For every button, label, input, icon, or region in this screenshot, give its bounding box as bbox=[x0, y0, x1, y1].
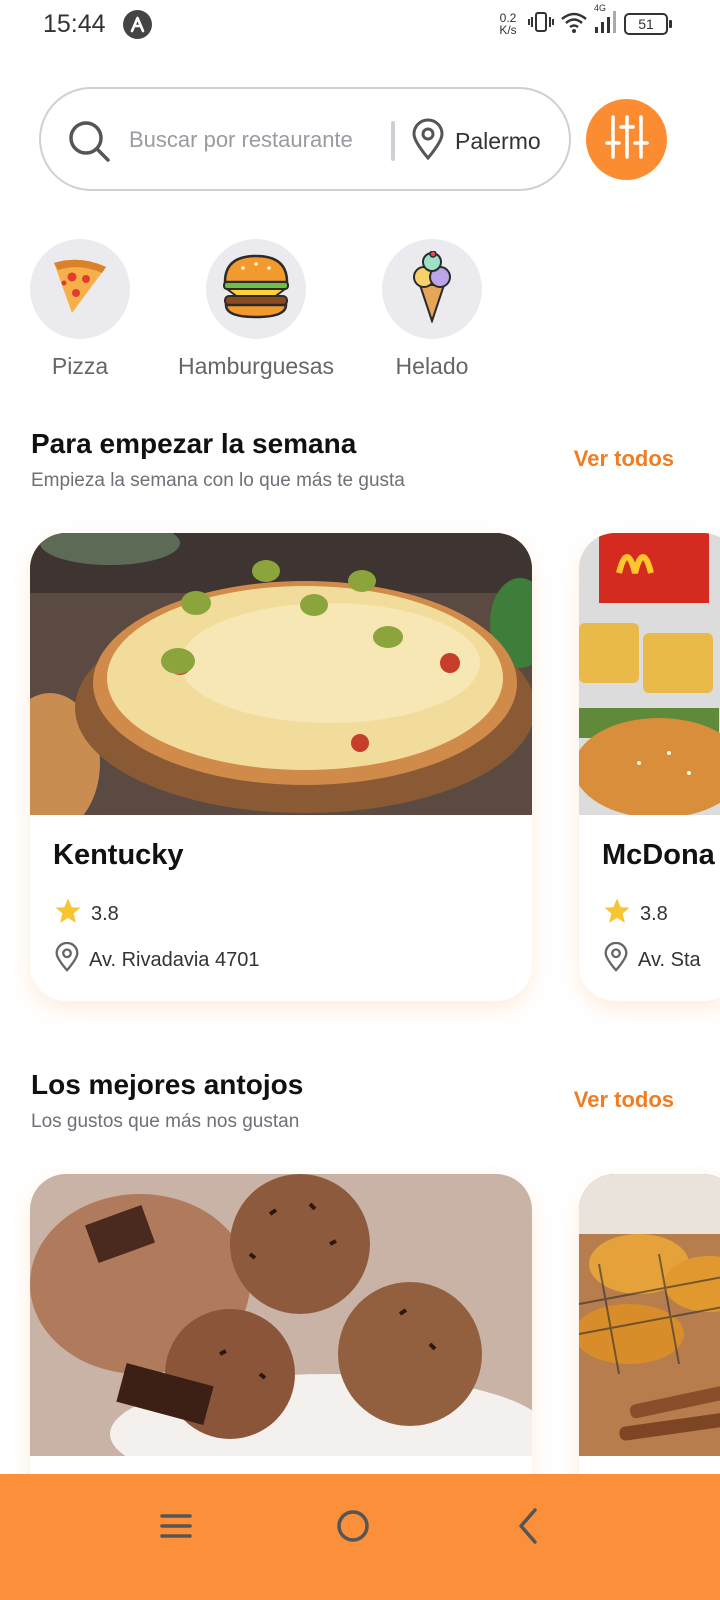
ice-cream-icon bbox=[410, 249, 454, 328]
location-label: Palermo bbox=[455, 127, 541, 154]
category-icon-wrapper bbox=[30, 239, 130, 339]
restaurant-rating: 3.8 bbox=[602, 896, 668, 932]
mcdonalds-photo bbox=[579, 533, 720, 818]
search-icon[interactable] bbox=[67, 119, 111, 163]
search-input[interactable] bbox=[129, 123, 381, 157]
restaurant-address: Av. Rivadavia 4701 bbox=[53, 941, 260, 978]
category-icon-wrapper bbox=[206, 239, 306, 339]
category-label: Helado bbox=[395, 353, 469, 379]
status-indicators: 0.2 K/s 4G 51 bbox=[494, 3, 672, 40]
system-nav-bar bbox=[0, 1474, 720, 1600]
vibrate-icon bbox=[528, 10, 554, 39]
category-icon-wrapper bbox=[382, 239, 482, 339]
star-icon bbox=[53, 896, 83, 932]
category-pizza[interactable]: Pizza bbox=[0, 239, 160, 380]
croissants-photo bbox=[579, 1174, 720, 1456]
section-title: Los mejores antojos bbox=[31, 1069, 304, 1100]
see-all-link[interactable]: Ver todos bbox=[574, 446, 674, 472]
network-speed: 0.2 K/s bbox=[499, 11, 517, 37]
location-pin-icon bbox=[411, 118, 445, 165]
section-subtitle: Los gustos que más nos gustan bbox=[31, 1111, 300, 1132]
pizza-photo bbox=[30, 533, 532, 833]
search-bar: Palermo bbox=[39, 87, 571, 191]
address-text: Av. Sta bbox=[638, 948, 701, 971]
section-title: Para empezar la semana bbox=[31, 428, 357, 459]
restaurant-card[interactable]: Kentucky 3.8 Av. Rivadavia 4701 bbox=[30, 533, 532, 1001]
see-all-link[interactable]: Ver todos bbox=[574, 1087, 674, 1113]
address-text: Av. Rivadavia 4701 bbox=[89, 948, 260, 971]
status-bar: 15:44 0.2 K/s 4G 51 bbox=[0, 0, 720, 48]
star-icon bbox=[602, 896, 632, 932]
back-icon[interactable] bbox=[507, 1504, 551, 1548]
restaurant-name: Kentucky bbox=[53, 839, 184, 871]
filter-sliders-icon bbox=[603, 113, 651, 166]
menu-icon[interactable] bbox=[154, 1504, 198, 1548]
location-pin-icon bbox=[53, 941, 81, 978]
category-hamburguesas[interactable]: Hamburguesas bbox=[176, 239, 336, 380]
wifi-icon bbox=[560, 10, 588, 39]
restaurant-card[interactable]: McDona 3.8 Av. Sta bbox=[579, 533, 720, 1001]
location-pin-icon bbox=[602, 941, 630, 978]
search-divider bbox=[391, 121, 395, 161]
burger-icon bbox=[221, 254, 291, 325]
section-subtitle: Empieza la semana con lo que más te gust… bbox=[31, 470, 405, 491]
category-helado[interactable]: Helado bbox=[352, 239, 512, 380]
location-selector[interactable]: Palermo bbox=[411, 117, 541, 165]
app-notification-icon bbox=[123, 10, 152, 39]
restaurant-address: Av. Sta bbox=[602, 941, 701, 978]
category-label: Pizza bbox=[51, 353, 109, 379]
signal-icon: 4G bbox=[594, 3, 618, 40]
filter-button[interactable] bbox=[586, 99, 667, 180]
category-label: Hamburguesas bbox=[178, 353, 334, 379]
restaurant-name: McDona bbox=[602, 839, 715, 871]
rating-value: 3.8 bbox=[640, 902, 668, 925]
status-time: 15:44 bbox=[43, 10, 106, 38]
home-icon[interactable] bbox=[331, 1504, 375, 1548]
rating-value: 3.8 bbox=[91, 902, 119, 925]
restaurant-rating: 3.8 bbox=[53, 896, 119, 932]
pizza-icon bbox=[50, 257, 110, 322]
chocolate-ice-cream-photo bbox=[30, 1174, 532, 1494]
battery-icon: 51 bbox=[624, 13, 672, 35]
